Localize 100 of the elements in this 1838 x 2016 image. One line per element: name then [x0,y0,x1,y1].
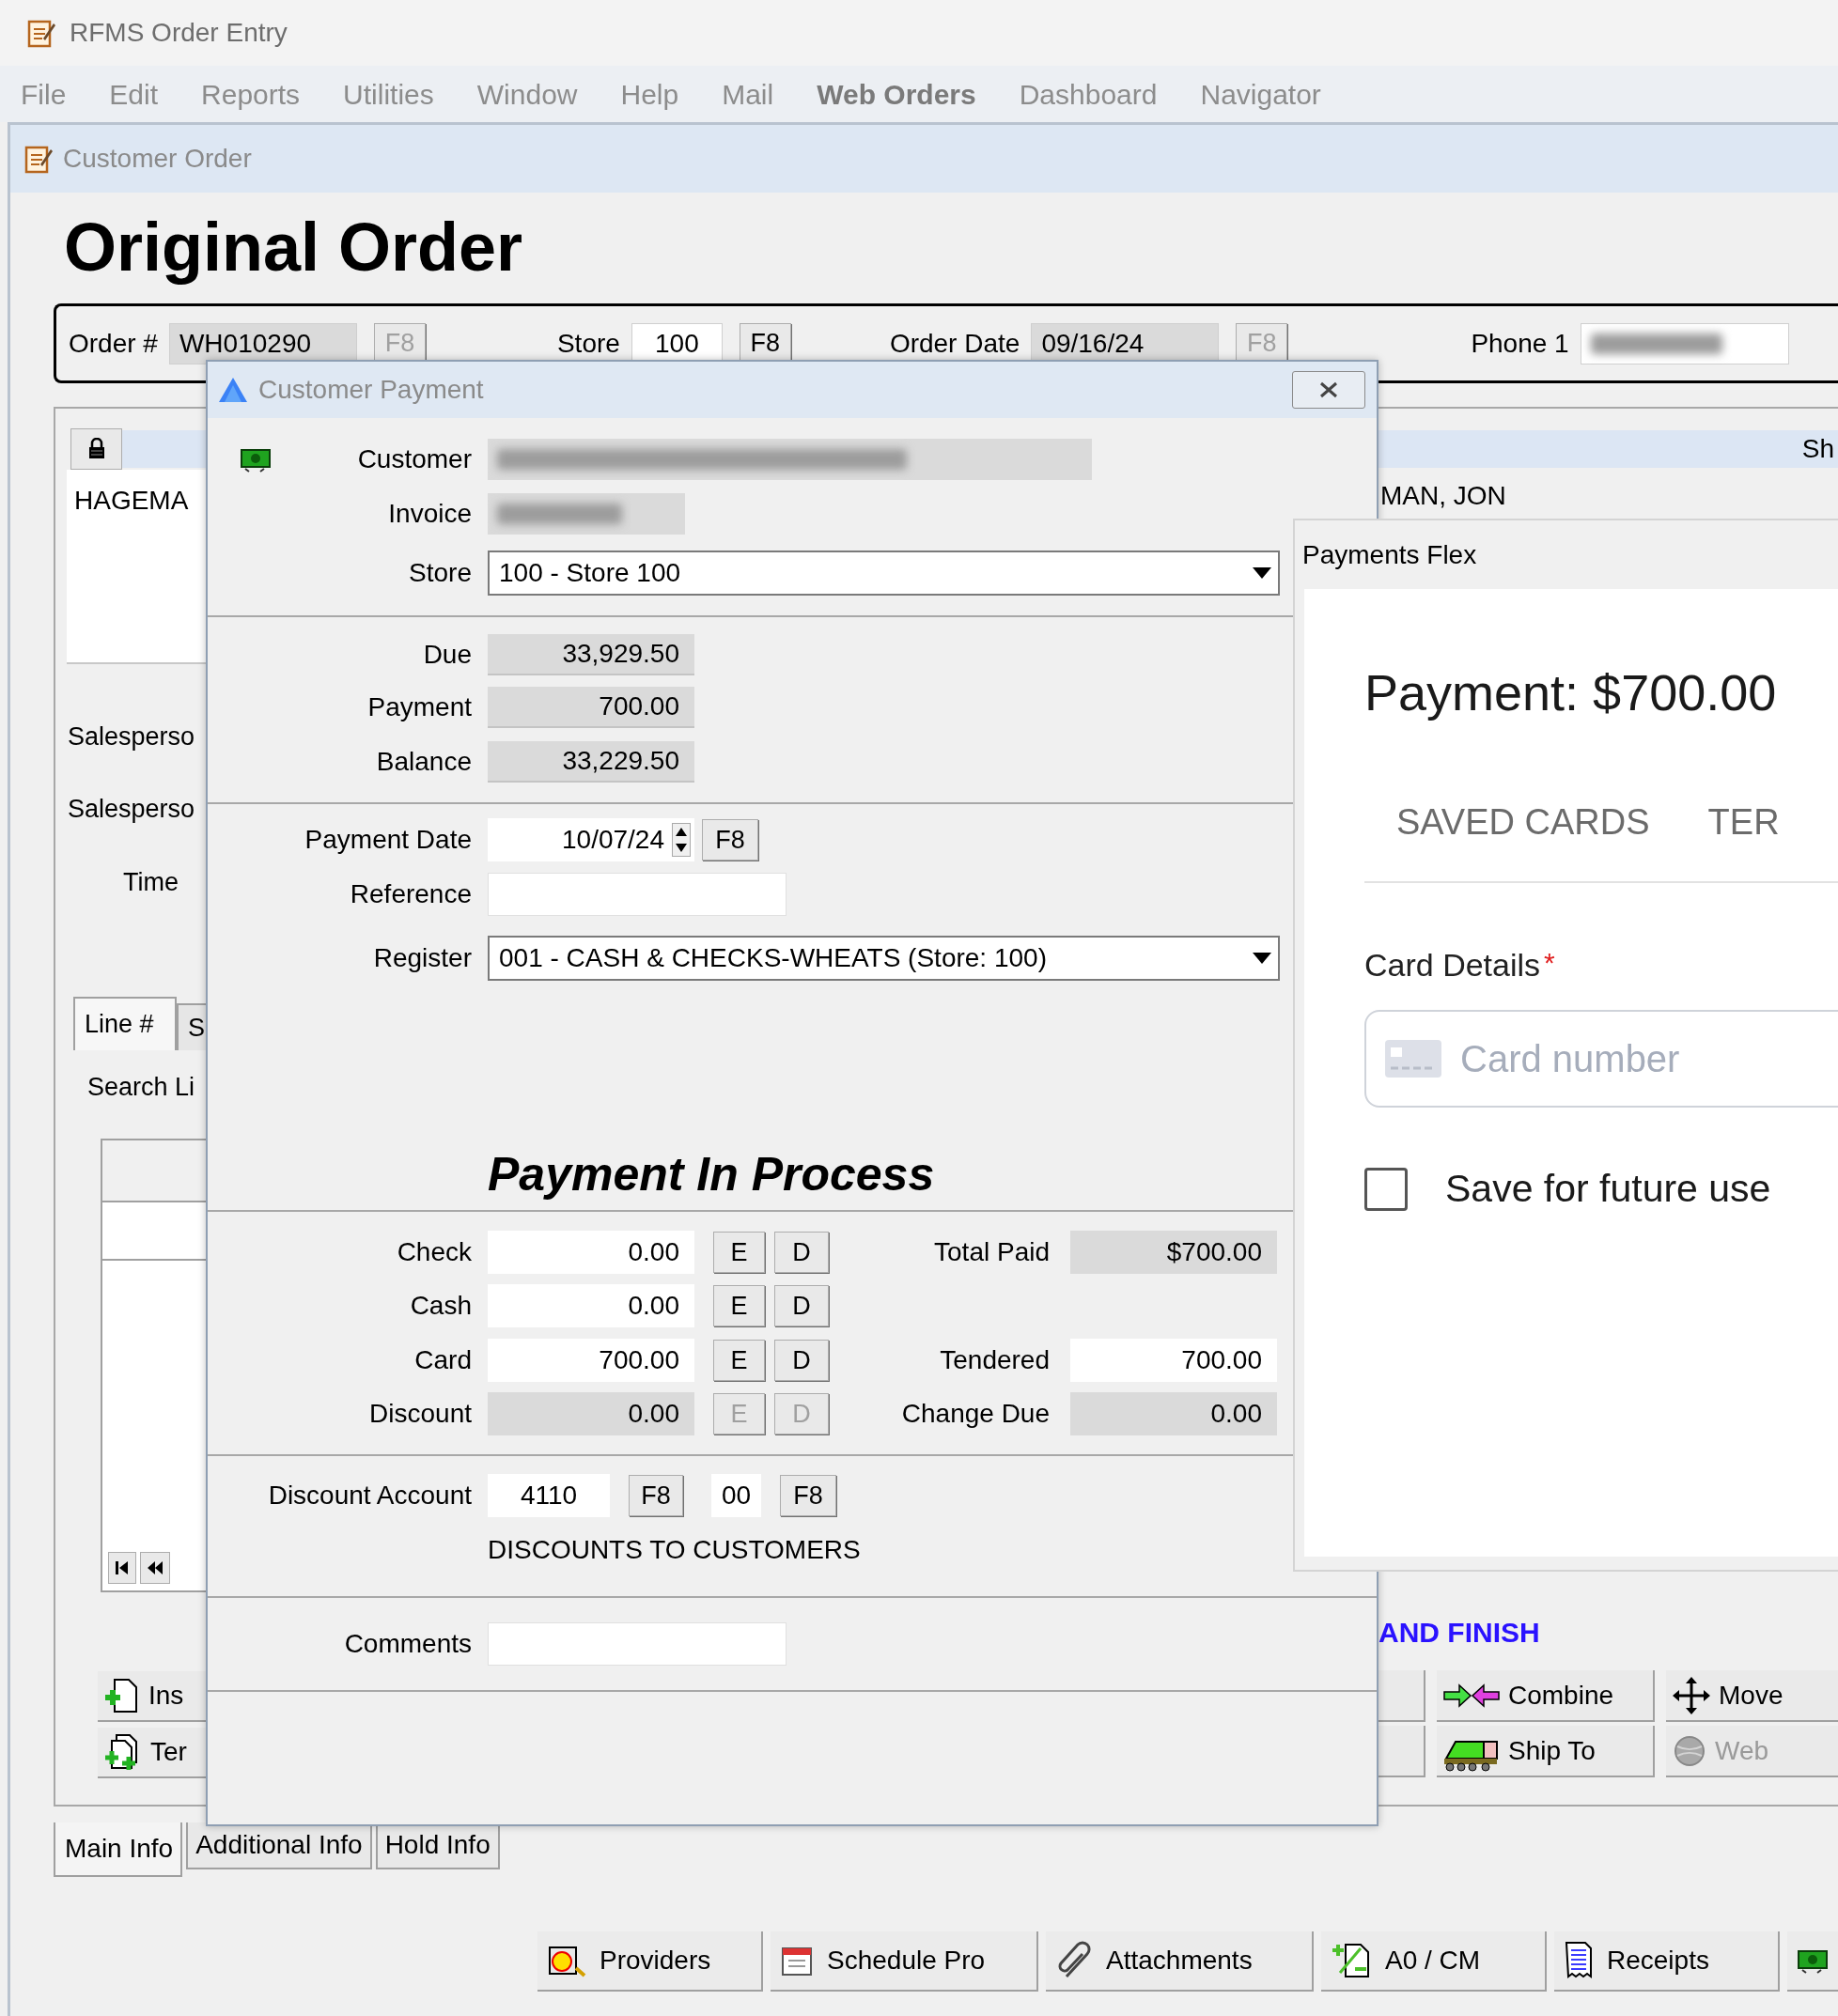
dropdown-arrow-icon [1252,566,1272,580]
field-label: Payment Date [304,824,472,856]
lookup-button[interactable]: F8 [702,819,758,861]
e-button[interactable]: E [713,1285,765,1327]
notepad-icon [23,144,54,174]
text-field[interactable] [488,493,685,535]
tab[interactable]: TER [1707,796,1780,853]
converging-arrows-icon [1442,1682,1501,1709]
tab[interactable]: SAVED CARDS [1396,796,1650,853]
text-field[interactable]: WH010290 [168,322,357,364]
tab[interactable]: Main Info [54,1822,183,1877]
field-label: Salesperso [68,794,196,824]
action-button[interactable] [1378,1670,1425,1722]
card-icon [1385,1040,1441,1078]
notepad-icon [26,18,56,48]
field-label: Salesperso [68,721,196,752]
field-label: Cash [409,1290,472,1323]
field-label: Due [422,639,472,671]
plus-minus-page-icon [1331,1941,1372,1980]
customer-name: HAGEMA [74,486,189,515]
lookup-button[interactable]: F8 [780,1475,836,1516]
amount-field[interactable]: $700.00 [1070,1230,1277,1274]
field-label: Register [372,942,472,974]
text-field[interactable]: 4110 [488,1474,610,1517]
app-title: RFMS Order Entry [70,17,288,49]
amount-field[interactable]: 700.00 [488,1338,694,1382]
toolbar-button[interactable]: Receipts [1554,1931,1780,1992]
lock-button[interactable] [70,428,122,470]
first-page-icon [114,1559,131,1576]
action-button[interactable]: Ship To [1437,1726,1655,1777]
action-button[interactable] [1378,1726,1425,1777]
field-label: Balance [375,746,472,778]
window-title: Customer Order [63,143,252,175]
spinner-icon [672,823,691,857]
account-description: DISCOUNTS TO CUSTOMERS [488,1534,861,1566]
d-button[interactable]: D [774,1339,829,1381]
field-label: Order Date [889,327,1020,360]
lookup-button[interactable]: F8 [629,1475,683,1516]
field-label: Store [408,557,472,589]
customer-name: MAN, JON [1380,480,1506,512]
date-field[interactable]: 10/07/24 [488,818,694,861]
add-page-icon [103,1676,139,1714]
field-label: Discount Account [267,1480,472,1512]
move-arrows-icon [1672,1675,1711,1715]
tab[interactable]: Additional Info [186,1822,372,1869]
tab[interactable]: Line # [73,997,177,1050]
menu-item[interactable]: Web Orders [817,72,976,116]
field-label: Reference [349,878,472,910]
window-title: Payments Flex [1302,538,1477,571]
field-label: Customer [357,442,472,475]
d-button[interactable]: D [774,1231,829,1273]
required-mark: * [1544,946,1555,980]
dialog-title: Customer Payment [258,374,485,406]
action-button[interactable]: Combine [1437,1670,1655,1722]
amount-field[interactable]: 700.00 [1070,1338,1277,1382]
field-label: Comments [343,1628,472,1660]
checkbox-label: Save for future use [1445,1166,1771,1212]
field-label: Time [123,867,179,897]
field-label: Change Due [900,1398,1050,1431]
text-field[interactable] [488,438,1092,480]
card-number-field[interactable]: Card number [1364,1010,1838,1108]
receipt-icon [1564,1941,1594,1980]
text-field[interactable] [488,873,787,916]
text-field[interactable]: 700.00 [488,687,694,728]
amount-field[interactable]: 0.00 [488,1230,694,1274]
checkbox[interactable] [1364,1167,1408,1211]
field-label: Payment [366,691,472,723]
toolbar-button[interactable]: Providers [537,1931,763,1992]
text-field[interactable]: 00 [711,1474,761,1517]
dropdown[interactable]: 001 - CASH & CHECKS-WHEATS (Store: 100) [488,936,1280,981]
text-field[interactable] [488,1622,787,1666]
text-field[interactable]: 33,229.50 [488,741,694,783]
field-label: Discount [368,1398,472,1431]
action-button[interactable]: Ter [98,1727,206,1778]
field-label: Tendered [939,1343,1050,1376]
action-button[interactable]: Ins [98,1670,206,1722]
field-label: Card Details [1364,946,1541,985]
field-label: Total Paid [933,1235,1050,1268]
toolbar-button[interactable]: A0 / CM [1321,1931,1547,1992]
toolbar-button[interactable]: Schedule Pro [771,1931,1038,1992]
field-label: Invoice [388,498,472,530]
amount-field[interactable]: 0.00 [488,1284,694,1328]
first-button[interactable] [108,1551,136,1584]
search-label: Search Li [87,1072,196,1103]
tab[interactable]: S [177,1003,206,1050]
dropdown[interactable]: 100 - Store 100 [488,551,1280,596]
e-button[interactable]: E [713,1339,765,1381]
close-icon [1318,381,1339,398]
status-message: AND FINISH [1378,1616,1541,1650]
text-field[interactable] [1580,322,1789,364]
toolbar-button[interactable]: Attachments [1046,1931,1314,1992]
section-title: Payment In Process [488,1146,935,1202]
d-button[interactable]: D [774,1285,829,1327]
triangle-logo-icon [217,376,249,404]
action-button[interactable]: Move [1666,1670,1838,1722]
close-button[interactable] [1292,371,1365,409]
e-button[interactable]: E [713,1231,765,1273]
previous-button[interactable] [140,1551,170,1584]
field-label: Phone 1 [1471,327,1569,360]
text-field[interactable]: 33,929.50 [488,634,694,675]
